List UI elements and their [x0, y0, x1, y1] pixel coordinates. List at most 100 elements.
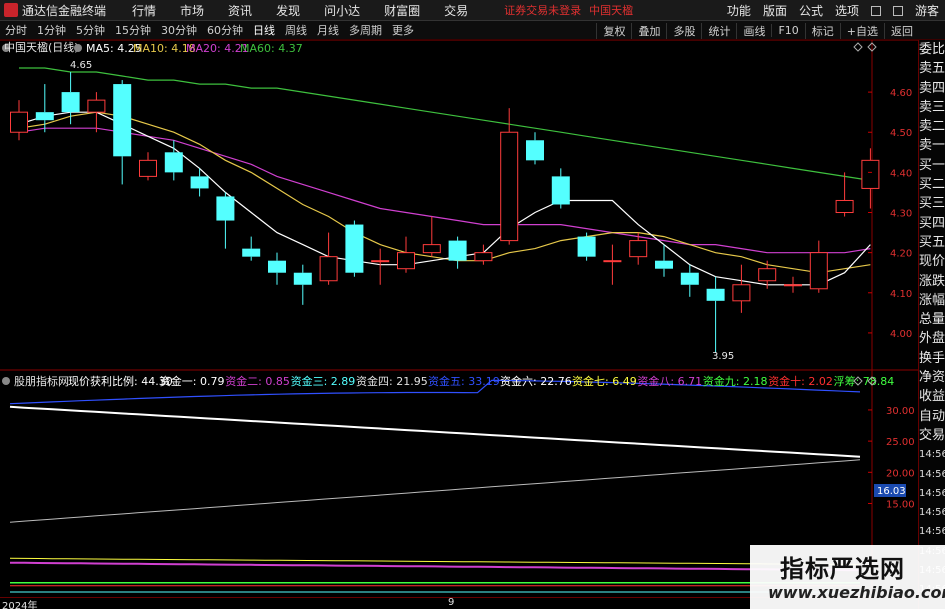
candle[interactable]: [835, 172, 854, 217]
quote-field-19[interactable]: 收益: [919, 387, 945, 406]
quote-field-5[interactable]: 卖二: [919, 117, 945, 136]
candle[interactable]: [190, 168, 209, 197]
maximize-window-icon[interactable]: [892, 5, 903, 16]
quote-field-2[interactable]: 卖五: [919, 59, 945, 78]
menu-gongneng[interactable]: 功能: [727, 2, 751, 19]
tab-60min[interactable]: 60分钟: [202, 22, 248, 38]
quote-field-6[interactable]: 卖一: [919, 136, 945, 155]
menu-gongshi[interactable]: 公式: [799, 2, 823, 19]
quote-field-4[interactable]: 卖三: [919, 98, 945, 117]
quote-field-13[interactable]: 涨跌: [919, 272, 945, 291]
indicator-tick-label: 30.00: [886, 406, 915, 417]
quote-field-10[interactable]: 买四: [919, 214, 945, 233]
menu-zixun[interactable]: 资讯: [228, 2, 252, 19]
tab-fenshi[interactable]: 分时: [0, 22, 32, 38]
quote-field-18[interactable]: 净资: [919, 368, 945, 387]
candle[interactable]: [10, 100, 28, 141]
tab-5min[interactable]: 5分钟: [71, 22, 110, 38]
menu-hangqing[interactable]: 行情: [132, 2, 156, 19]
quote-field-8[interactable]: 买二: [919, 175, 945, 194]
candle[interactable]: [706, 276, 725, 353]
tool-fuquan[interactable]: 复权: [596, 22, 631, 39]
candle[interactable]: [500, 108, 519, 245]
candle[interactable]: [732, 264, 751, 313]
menu-wenxiaoda[interactable]: 问小达: [324, 2, 360, 19]
candle[interactable]: [397, 236, 415, 273]
tool-tongji[interactable]: 统计: [701, 22, 736, 39]
diamond-icon[interactable]: [853, 42, 863, 52]
candle[interactable]: [61, 72, 80, 125]
guest-label[interactable]: 游客: [915, 2, 939, 19]
candle[interactable]: [319, 232, 338, 285]
app-name: 通达信金融终端: [22, 3, 107, 18]
tool-back[interactable]: 返回: [884, 22, 919, 39]
candle[interactable]: [87, 92, 106, 133]
tool-biaoji[interactable]: 标记: [804, 22, 840, 39]
indicator-value-6: 资金五: 33.19: [428, 374, 500, 388]
candle[interactable]: [216, 192, 235, 249]
watermark: 指标严选网 www.xuezhibiao.com: [750, 545, 945, 609]
candle[interactable]: [551, 168, 570, 209]
quote-field-21[interactable]: 交易: [919, 426, 945, 445]
price-tick-label: 4.40: [890, 168, 912, 179]
tab-daily[interactable]: 日线: [248, 22, 280, 38]
tab-multi-period[interactable]: 多周期: [344, 22, 387, 38]
tab-1min[interactable]: 1分钟: [32, 22, 71, 38]
indicator-settings-icon[interactable]: [2, 377, 10, 385]
candle[interactable]: [526, 132, 544, 165]
quote-field-23[interactable]: 14:56: [919, 465, 945, 484]
quote-field-9[interactable]: 买三: [919, 194, 945, 213]
menu-banmian[interactable]: 版面: [763, 2, 787, 19]
tab-15min[interactable]: 15分钟: [110, 22, 156, 38]
tool-huaxian[interactable]: 画线: [736, 22, 771, 39]
quote-field-25[interactable]: 14:56: [919, 503, 945, 522]
quote-field-11[interactable]: 买五: [919, 233, 945, 252]
tab-monthly[interactable]: 月线: [312, 22, 344, 38]
quote-field-22[interactable]: 14:56: [919, 445, 945, 464]
quote-field-20[interactable]: 自动: [919, 407, 945, 426]
candle[interactable]: [139, 152, 157, 181]
restore-window-icon[interactable]: [870, 5, 881, 16]
tool-diejia[interactable]: 叠加: [631, 22, 666, 39]
candle[interactable]: [164, 140, 183, 181]
quote-field-3[interactable]: 卖四: [919, 79, 945, 98]
candle[interactable]: [268, 252, 286, 285]
login-status[interactable]: 证券交易未登录: [504, 2, 581, 18]
quote-field-12[interactable]: 现价: [919, 252, 945, 271]
tab-weekly[interactable]: 周线: [280, 22, 312, 38]
candle[interactable]: [242, 236, 261, 261]
quote-field-24[interactable]: 14:56: [919, 484, 945, 503]
candle[interactable]: [861, 148, 880, 209]
candle[interactable]: [422, 216, 441, 257]
candle[interactable]: [680, 264, 699, 297]
tool-add-watchlist[interactable]: +自选: [839, 22, 884, 39]
candle[interactable]: [448, 236, 467, 269]
quote-field-17[interactable]: 换手: [919, 349, 945, 368]
menu-jiaoyi[interactable]: 交易: [444, 2, 468, 19]
tool-duogu[interactable]: 多股: [666, 22, 701, 39]
candle[interactable]: [371, 248, 390, 285]
tool-f10[interactable]: F10: [771, 24, 804, 37]
candle[interactable]: [603, 244, 622, 285]
quote-field-7[interactable]: 买一: [919, 156, 945, 175]
candle[interactable]: [293, 264, 312, 305]
ma-settings-icon[interactable]: [74, 44, 82, 52]
menu-shichang[interactable]: 市场: [180, 2, 204, 19]
quote-field-15[interactable]: 总量: [919, 310, 945, 329]
quote-field-16[interactable]: 外盘: [919, 329, 945, 348]
quote-field-26[interactable]: 14:56: [919, 522, 945, 541]
kline-chart[interactable]: 4.60 4.50 4.40 4.30 4.20 4.10 4.00 30.00 25.00 20…: [0, 40, 918, 597]
candle[interactable]: [577, 232, 596, 261]
indicator-tick-label: 25.00: [886, 437, 915, 448]
candle[interactable]: [345, 220, 364, 277]
candle[interactable]: [113, 80, 132, 185]
candle[interactable]: [809, 240, 828, 293]
candle[interactable]: [784, 276, 802, 293]
menu-xuanxiang[interactable]: 选项: [835, 2, 859, 19]
menu-faxian[interactable]: 发现: [276, 2, 300, 19]
tab-30min[interactable]: 30分钟: [156, 22, 202, 38]
quote-field-1[interactable]: 委比: [919, 40, 945, 59]
tab-more[interactable]: 更多: [387, 22, 419, 38]
quote-field-14[interactable]: 涨幅: [919, 291, 945, 310]
menu-caifuquan[interactable]: 财富圈: [384, 2, 420, 19]
